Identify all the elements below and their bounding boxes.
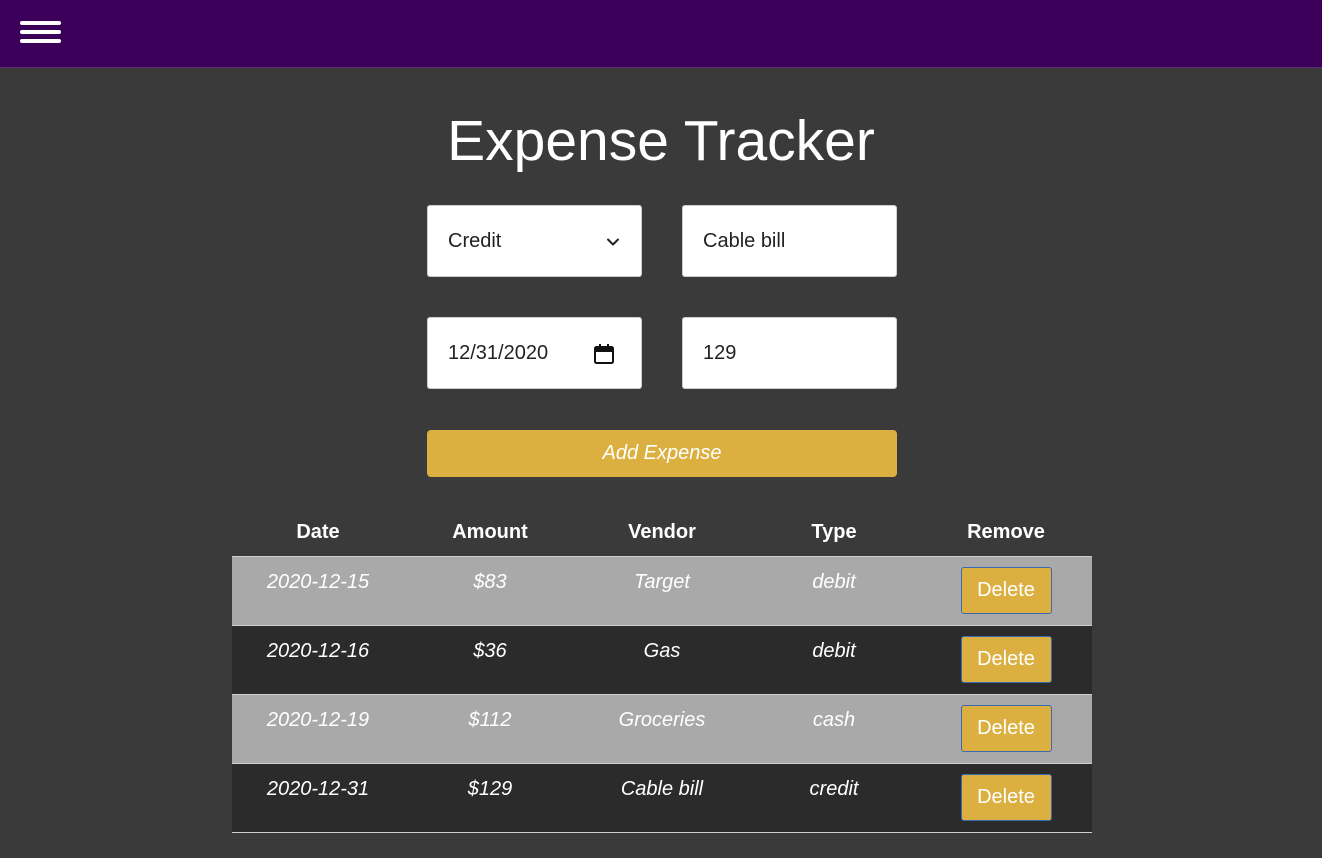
table-row: 2020-12-16 $36 Gas debit Delete (232, 625, 1092, 695)
calendar-icon[interactable] (593, 343, 615, 365)
add-expense-button[interactable]: Add Expense (427, 430, 897, 477)
cell-date: 2020-12-19 (232, 694, 404, 764)
vendor-input-wrapper (682, 205, 897, 277)
delete-button[interactable]: Delete (960, 774, 1052, 821)
cell-date: 2020-12-31 (232, 763, 404, 833)
delete-button[interactable]: Delete (960, 567, 1052, 614)
hamburger-line (20, 21, 61, 25)
cell-type: credit (748, 763, 920, 833)
hamburger-menu-icon[interactable] (20, 20, 62, 46)
cell-remove: Delete (920, 556, 1092, 626)
vendor-input[interactable] (703, 229, 853, 253)
column-header-date: Date (232, 508, 404, 557)
date-input[interactable] (448, 341, 598, 365)
cell-vendor: Groceries (576, 694, 748, 764)
column-header-type: Type (748, 508, 920, 557)
cell-type: debit (748, 556, 920, 626)
cell-amount: $36 (404, 625, 576, 695)
table-row: 2020-12-19 $112 Groceries cash Delete (232, 694, 1092, 764)
top-nav-bar (0, 0, 1322, 68)
cell-type: debit (748, 625, 920, 695)
table-header-row: Date Amount Vendor Type Remove (232, 508, 1092, 557)
date-input-wrapper (427, 317, 642, 389)
column-header-vendor: Vendor (576, 508, 748, 557)
type-select-value: Credit (448, 229, 502, 252)
hamburger-line (20, 30, 61, 34)
cell-date: 2020-12-15 (232, 556, 404, 626)
cell-remove: Delete (920, 625, 1092, 695)
cell-amount: $129 (404, 763, 576, 833)
column-header-remove: Remove (920, 508, 1092, 557)
table-row: 2020-12-15 $83 Target debit Delete (232, 556, 1092, 626)
chevron-down-icon (607, 238, 619, 246)
cell-amount: $83 (404, 556, 576, 626)
cell-amount: $112 (404, 694, 576, 764)
cell-vendor: Cable bill (576, 763, 748, 833)
amount-input[interactable] (703, 341, 853, 365)
cell-type: cash (748, 694, 920, 764)
cell-remove: Delete (920, 694, 1092, 764)
type-select[interactable]: Credit (427, 205, 642, 277)
amount-input-wrapper (682, 317, 897, 389)
hamburger-line (20, 39, 61, 43)
delete-button[interactable]: Delete (960, 636, 1052, 683)
cell-date: 2020-12-16 (232, 625, 404, 695)
expense-table: Date Amount Vendor Type Remove 2020-12-1… (232, 508, 1092, 833)
page-title: Expense Tracker (447, 109, 875, 173)
cell-remove: Delete (920, 763, 1092, 833)
cell-vendor: Target (576, 556, 748, 626)
table-row: 2020-12-31 $129 Cable bill credit Delete (232, 763, 1092, 833)
delete-button[interactable]: Delete (960, 705, 1052, 752)
cell-vendor: Gas (576, 625, 748, 695)
column-header-amount: Amount (404, 508, 576, 557)
